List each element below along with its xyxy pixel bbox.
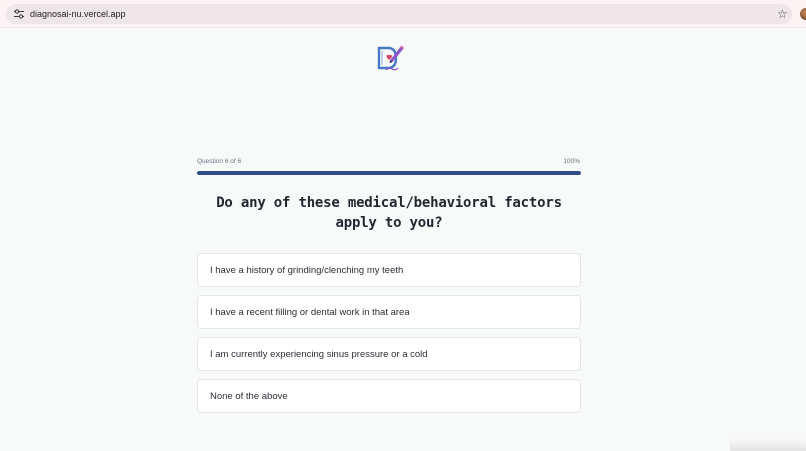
option-recent-filling[interactable]: I have a recent filling or dental work i… bbox=[197, 295, 581, 329]
browser-toolbar: diagnosai-nu.vercel.app ☆ bbox=[0, 0, 806, 28]
star-icon[interactable]: ☆ bbox=[777, 6, 788, 22]
option-none-of-the-above[interactable]: None of the above bbox=[197, 379, 581, 413]
question-title: Do any of these medical/behavioral facto… bbox=[216, 195, 562, 231]
avatar[interactable] bbox=[800, 8, 806, 20]
question-counter: Question 6 of 6 bbox=[197, 158, 242, 165]
progress-bar bbox=[197, 171, 581, 175]
url-text[interactable]: diagnosai-nu.vercel.app bbox=[30, 7, 126, 21]
progress-bar-fill bbox=[197, 171, 581, 175]
option-grinding-clenching[interactable]: I have a history of grinding/clenching m… bbox=[197, 253, 581, 287]
option-sinus-pressure[interactable]: I am currently experiencing sinus pressu… bbox=[197, 337, 581, 371]
diagnosai-logo bbox=[377, 45, 404, 71]
address-bar[interactable]: diagnosai-nu.vercel.app ☆ bbox=[6, 4, 792, 24]
window-edge-shadow bbox=[730, 438, 806, 451]
tune-icon[interactable] bbox=[13, 8, 25, 20]
progress-percent: 100% bbox=[563, 158, 580, 165]
